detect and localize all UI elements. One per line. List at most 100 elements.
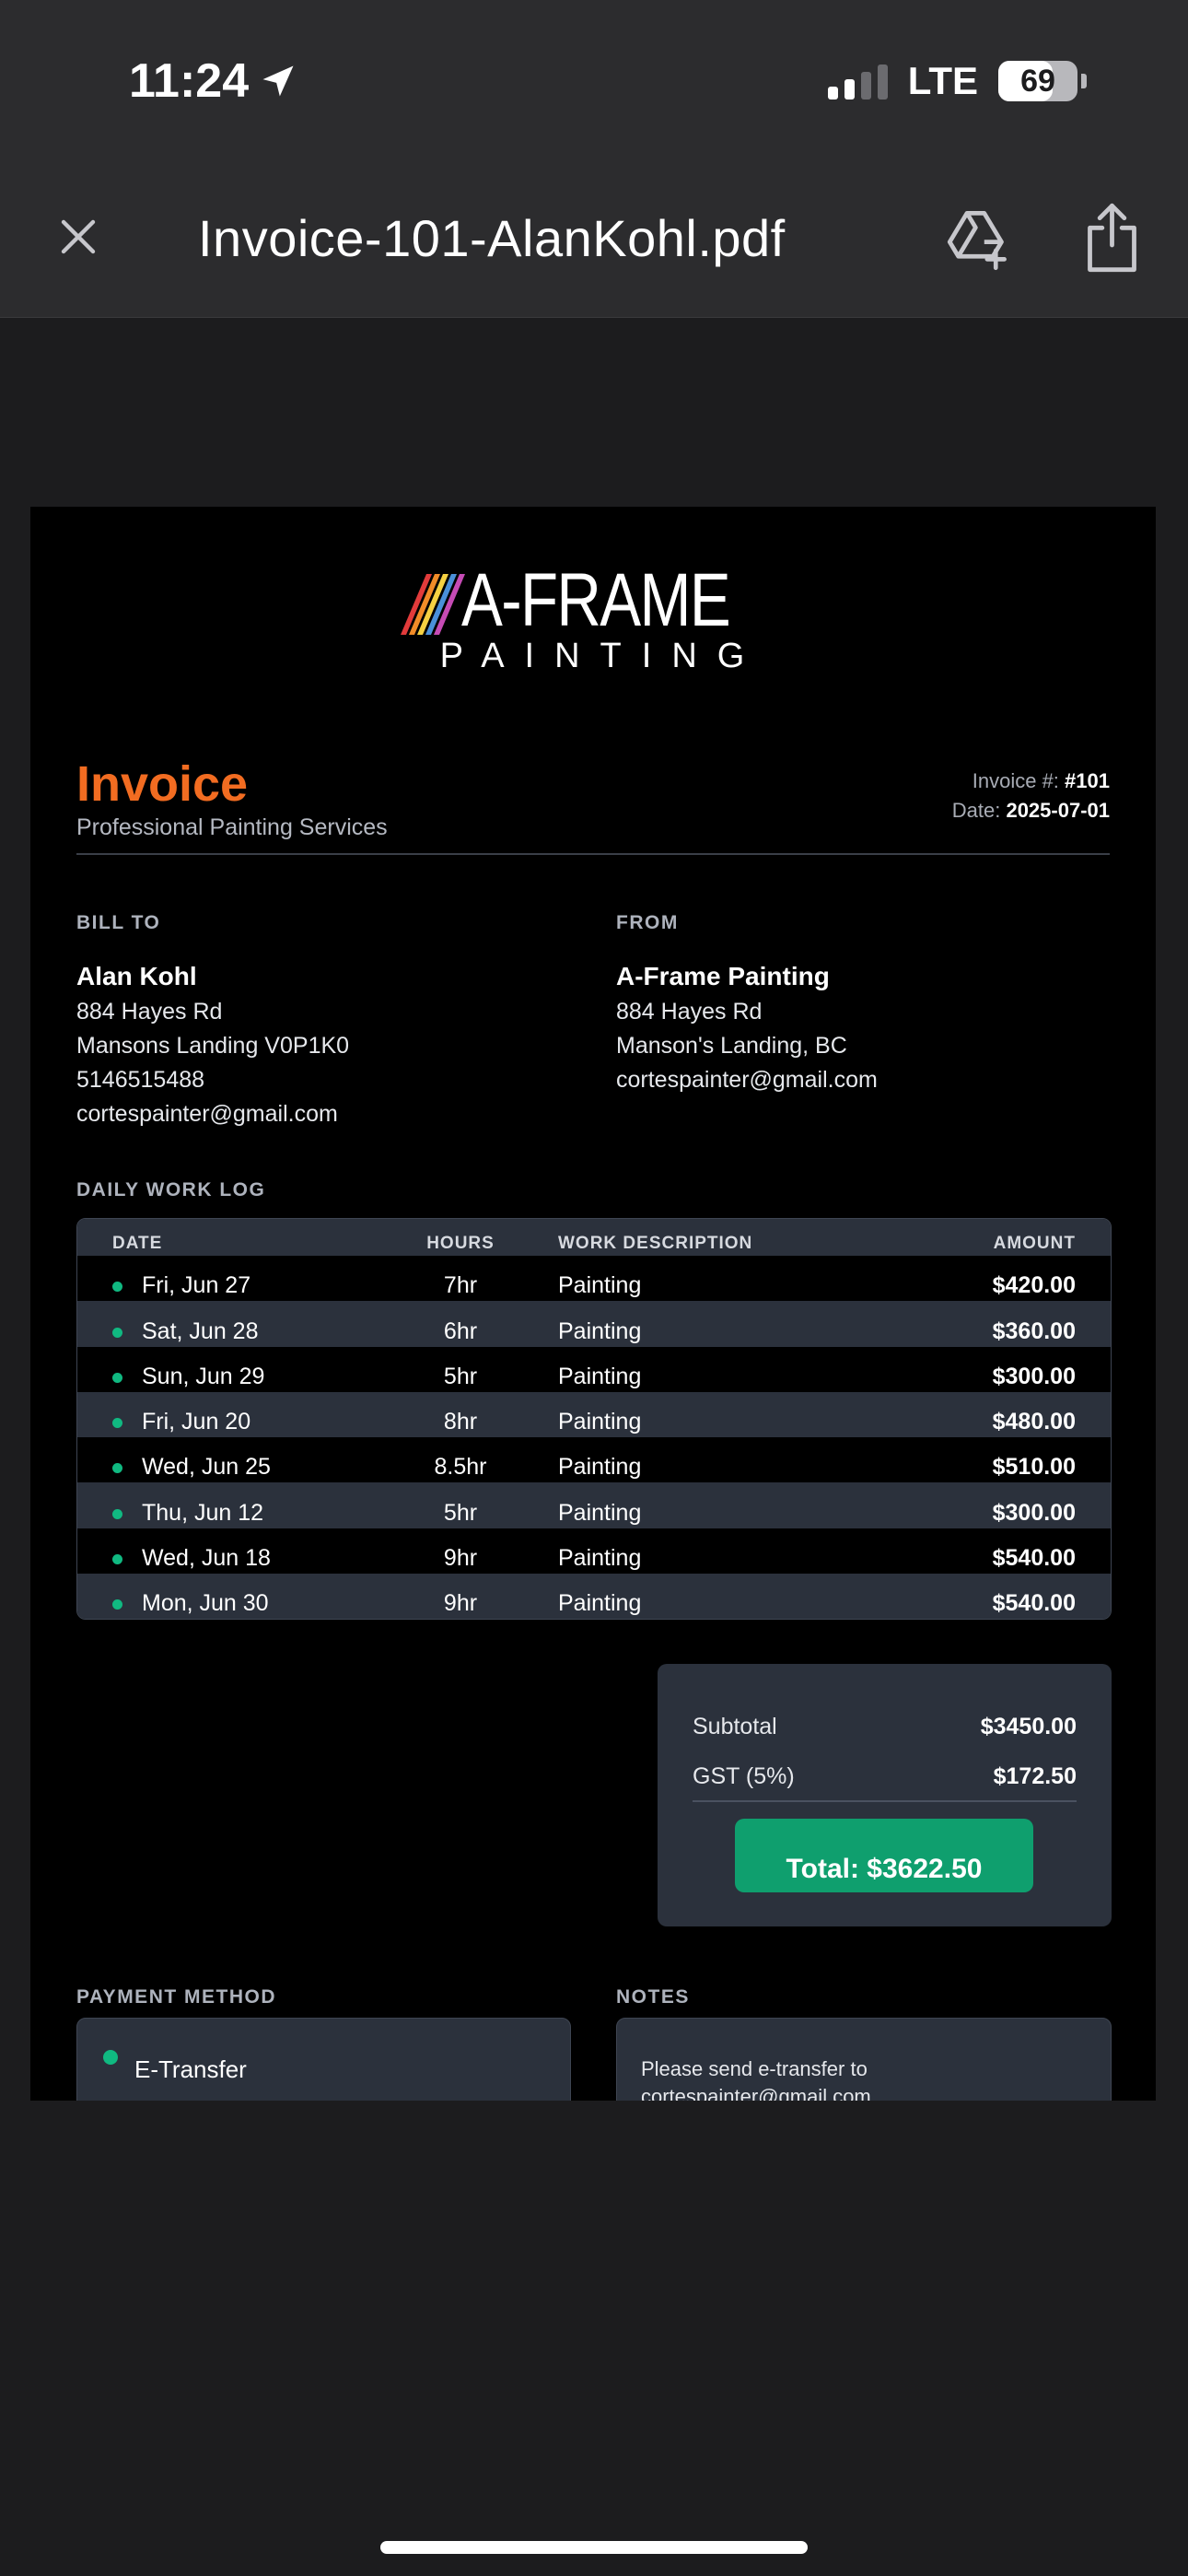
from-email[interactable]: cortespainter@gmail.com xyxy=(616,1067,878,1094)
header-hours: HOURS xyxy=(426,1234,495,1253)
bill-to-email[interactable]: cortespainter@gmail.com xyxy=(76,1101,349,1128)
from-name: A-Frame Painting xyxy=(616,962,830,990)
from-line: 884 Hayes Rd xyxy=(616,999,763,1025)
bill-to-label: BILL TO xyxy=(76,912,161,933)
row-amount: $510.00 xyxy=(992,1454,1076,1481)
notes-label: NOTES xyxy=(616,1986,690,2008)
bill-to-line: 884 Hayes Rd xyxy=(76,999,223,1025)
row-amount: $360.00 xyxy=(992,1317,1076,1344)
row-description: Painting xyxy=(558,1545,642,1572)
add-to-drive-button[interactable] xyxy=(944,205,1013,274)
subtotal-value: $3450.00 xyxy=(980,1714,1077,1739)
logo-mark: A-FRAME xyxy=(399,563,788,638)
subtotal-label: Subtotal xyxy=(693,1714,777,1739)
row-hours: 9hr xyxy=(443,1545,478,1572)
row-hours: 9hr xyxy=(443,1590,478,1617)
header-description: WORK DESCRIPTION xyxy=(558,1234,753,1253)
invoice-date-line: Date: 2025-07-01 xyxy=(952,796,1110,825)
notes-box: Please send e-transfer to cortespainter@… xyxy=(616,2018,1112,2101)
network-type: LTE xyxy=(907,59,978,102)
stripes-logo-icon xyxy=(400,574,465,635)
invoice-date-label: Date: xyxy=(951,799,1001,822)
payment-dot-icon xyxy=(103,2050,118,2065)
row-date: Wed, Jun 25 xyxy=(142,1454,271,1481)
status-dot-icon xyxy=(112,1508,122,1519)
row-amount: $480.00 xyxy=(992,1409,1076,1435)
row-date: Fri, Jun 27 xyxy=(142,1272,251,1299)
gst-line: GST (5%) $172.50 xyxy=(693,1763,1077,1790)
add-to-drive-icon xyxy=(947,211,1007,271)
row-description: Painting xyxy=(558,1454,642,1481)
row-hours: 8hr xyxy=(443,1409,478,1435)
table-row: Wed, Jun 18 9hr Painting $540.00 xyxy=(77,1528,1111,1575)
total-badge: Total: $3622.50 xyxy=(735,1819,1033,1892)
status-right: LTE 69 xyxy=(827,59,1087,103)
row-amount: $420.00 xyxy=(992,1272,1076,1299)
close-icon xyxy=(61,219,96,254)
table-row: Wed, Jun 25 8.5hr Painting $510.00 xyxy=(77,1437,1111,1483)
status-dot-icon xyxy=(112,1554,122,1565)
status-dot-icon xyxy=(112,1418,122,1429)
row-amount: $540.00 xyxy=(992,1590,1076,1617)
invoice-number-line: Invoice #: #101 xyxy=(952,767,1110,796)
row-description: Painting xyxy=(558,1499,642,1526)
close-button[interactable] xyxy=(46,205,111,269)
home-indicator[interactable] xyxy=(380,2541,808,2554)
table-header: DATE HOURS WORK DESCRIPTION AMOUNT xyxy=(77,1219,1111,1256)
invoice-date: 2025-07-01 xyxy=(1006,799,1110,822)
logo-subtitle: PAINTING xyxy=(439,637,765,675)
table-row: Sat, Jun 28 6hr Painting $360.00 xyxy=(77,1301,1111,1347)
from-section: FROM A-Frame Painting 884 Hayes Rd Manso… xyxy=(616,912,878,1094)
bill-to-name: Alan Kohl xyxy=(76,962,197,990)
table-row: Fri, Jun 20 8hr Painting $480.00 xyxy=(77,1391,1111,1438)
row-date: Sat, Jun 28 xyxy=(142,1317,259,1344)
row-hours: 8.5hr xyxy=(434,1454,487,1481)
cellular-signal-icon xyxy=(827,63,888,100)
row-description: Painting xyxy=(558,1590,642,1617)
row-description: Painting xyxy=(558,1363,642,1389)
row-date: Fri, Jun 20 xyxy=(142,1409,251,1435)
table-row: Mon, Jun 30 9hr Painting $540.00 xyxy=(77,1574,1111,1620)
battery-cap xyxy=(1081,74,1087,88)
gst-label: GST (5%) xyxy=(693,1763,795,1789)
table-row: Sun, Jun 29 5hr Painting $300.00 xyxy=(77,1346,1111,1392)
row-amount: $540.00 xyxy=(992,1545,1076,1572)
pdf-page: A-FRAME PAINTING Invoice Professional Pa… xyxy=(30,507,1156,2101)
invoice-number: #101 xyxy=(1065,769,1110,792)
table-row: Fri, Jun 27 7hr Painting $420.00 xyxy=(77,1256,1111,1302)
status-dot-icon xyxy=(112,1282,122,1293)
row-date: Wed, Jun 18 xyxy=(142,1545,271,1572)
status-bar: 11:24 LTE 69 xyxy=(0,0,1188,157)
location-arrow-icon xyxy=(262,65,294,97)
status-dot-icon xyxy=(112,1327,122,1338)
row-amount: $300.00 xyxy=(992,1363,1076,1389)
row-description: Painting xyxy=(558,1272,642,1299)
row-hours: 5hr xyxy=(443,1499,478,1526)
totals-divider xyxy=(693,1800,1077,1802)
document-title: Invoice-101-AlanKohl.pdf xyxy=(198,209,786,267)
row-description: Painting xyxy=(558,1409,642,1435)
battery-level: 69 xyxy=(1020,63,1055,99)
bill-to-phone: 5146515488 xyxy=(76,1067,205,1093)
share-button[interactable] xyxy=(1082,201,1142,275)
work-log-table: DATE HOURS WORK DESCRIPTION AMOUNT Fri, … xyxy=(76,1218,1112,1621)
share-icon xyxy=(1088,203,1136,273)
viewer-toolbar: Invoice-101-AlanKohl.pdf xyxy=(0,157,1188,318)
battery-icon: 69 xyxy=(998,61,1077,101)
gst-value: $172.50 xyxy=(993,1763,1077,1789)
table-row: Thu, Jun 12 5hr Painting $300.00 xyxy=(77,1482,1111,1528)
table-body: Fri, Jun 27 7hr Painting $420.00 Sat, Jun 2… xyxy=(77,1256,1111,1620)
header-amount: AMOUNT xyxy=(993,1234,1076,1253)
bill-to-section: BILL TO Alan Kohl 884 Hayes Rd Mansons L… xyxy=(76,912,349,1128)
invoice-title: Invoice xyxy=(76,756,249,812)
header-divider xyxy=(76,853,1110,855)
company-logo: A-FRAME PAINTING xyxy=(30,563,1156,676)
payment-method-label: PAYMENT METHOD xyxy=(76,1986,277,2008)
work-log-label: DAILY WORK LOG xyxy=(76,1179,266,1200)
from-label: FROM xyxy=(616,912,679,933)
status-dot-icon xyxy=(112,1599,122,1610)
invoice-meta: Invoice #: #101 Date: 2025-07-01 xyxy=(952,767,1110,825)
subtotal-line: Subtotal $3450.00 xyxy=(693,1714,1077,1740)
status-dot-icon xyxy=(112,1463,122,1474)
from-line: Manson's Landing, BC xyxy=(616,1033,847,1059)
